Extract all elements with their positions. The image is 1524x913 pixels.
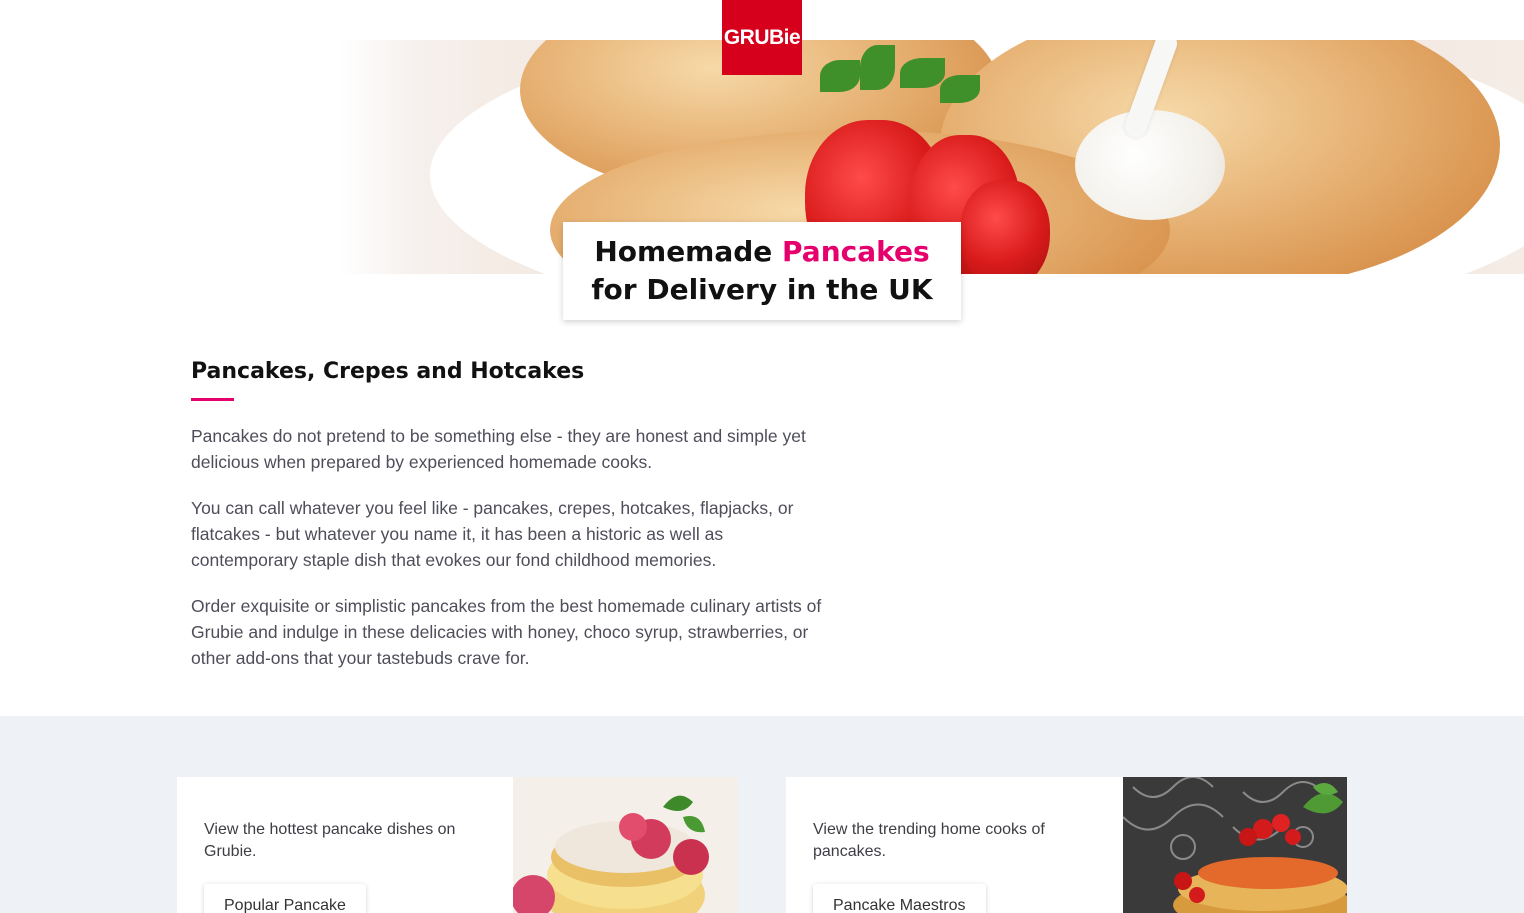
hero-banner: GRUBie Homemade Pancakes for Delivery in…: [0, 0, 1524, 320]
pancake-maestros-card: View the trending home cooks of pancakes…: [786, 777, 1347, 913]
page-title: Homemade Pancakes for Delivery in the UK: [563, 222, 961, 320]
paragraph-1: Pancakes do not pretend to be something …: [191, 426, 806, 472]
pancake-maestros-button[interactable]: Pancake Maestros: [813, 884, 986, 913]
popular-pancake-card: View the hottest pancake dishes on Grubi…: [177, 777, 738, 913]
card-description: View the trending home cooks of pancakes…: [813, 821, 1045, 860]
pancake-raspberry-image: [513, 777, 738, 913]
paragraph-3: Order exquisite or simplistic pancakes f…: [191, 596, 822, 668]
title-line2: for Delivery in the UK: [591, 273, 933, 306]
popular-pancake-button[interactable]: Popular Pancake: [204, 884, 366, 913]
intro-section: Pancakes, Crepes and Hotcakes Pancakes d…: [191, 356, 831, 691]
title-part1: Homemade: [594, 235, 783, 268]
section-heading: Pancakes, Crepes and Hotcakes: [191, 359, 585, 384]
pancake-currant-image: [1123, 777, 1347, 913]
paragraph-2: You can call whatever you feel like - pa…: [191, 498, 794, 570]
cards-section: View the hottest pancake dishes on Grubi…: [0, 716, 1524, 913]
title-accent: Pancakes: [782, 235, 930, 268]
heading-underline: [191, 398, 234, 401]
card-description: View the hottest pancake dishes on Grubi…: [204, 821, 456, 860]
grubie-logo[interactable]: GRUBie: [722, 0, 802, 75]
